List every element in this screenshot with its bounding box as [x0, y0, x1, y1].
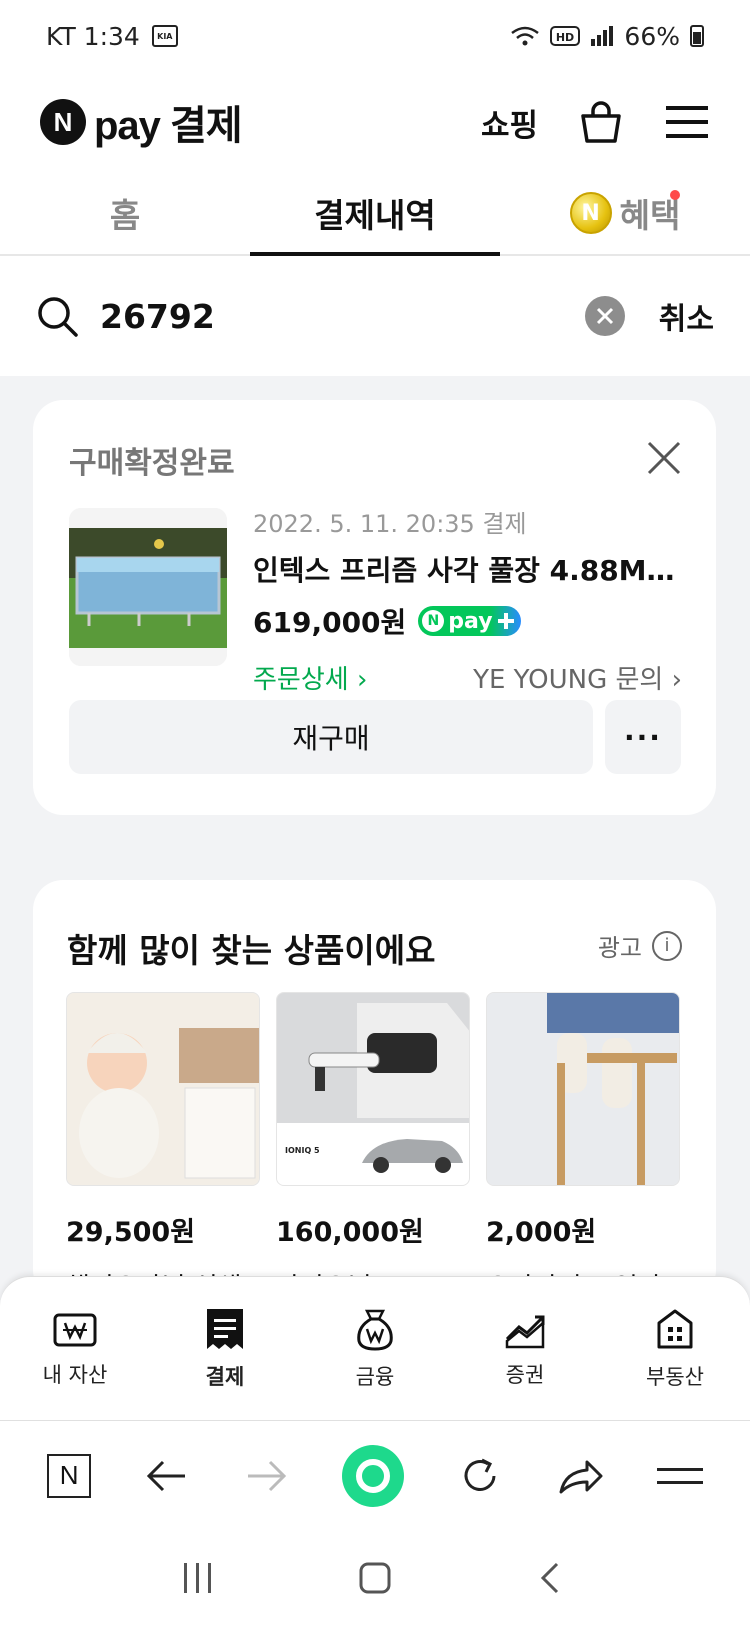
nav-payment-label: 결제	[205, 1364, 245, 1389]
shopping-link[interactable]: 쇼핑	[481, 100, 538, 145]
nav-payment[interactable]: 결제	[150, 1277, 300, 1420]
tab-benefits[interactable]: N 혜택	[500, 172, 750, 254]
more-options-button[interactable]: ···	[605, 700, 681, 774]
status-left: KT 1:34 KIA	[46, 22, 178, 51]
plus-icon	[497, 613, 514, 629]
svg-text:HD: HD	[556, 31, 574, 44]
carrier-time: KT 1:34	[46, 21, 140, 51]
npay-logo[interactable]: N pay 결제	[40, 93, 243, 151]
order-price: 619,000원	[253, 606, 407, 639]
seller-inquiry-link[interactable]: YE YOUNG 문의 ›	[473, 659, 682, 696]
recommendation-list: 29,500원 해피오가닉 신생 IONIQ 5 160,000원	[66, 992, 680, 1300]
logo-n-circle: N	[40, 99, 86, 145]
menu-icon[interactable]	[664, 99, 710, 145]
rec-image-baby-set	[66, 992, 260, 1186]
browser-toolbar: N	[0, 1420, 750, 1530]
system-navigation	[0, 1530, 750, 1625]
cancel-button[interactable]: 취소	[659, 294, 714, 338]
recent-apps-icon[interactable]	[181, 1561, 215, 1595]
recommendation-card: 함께 많이 찾는 상품이에요 광고 i 29,500원 해피오가닉 신생	[33, 880, 716, 1300]
back-icon[interactable]	[535, 1561, 569, 1595]
tab-home-label: 홈	[109, 196, 141, 235]
stock-chart-icon	[505, 1315, 545, 1348]
forward-arrow-icon[interactable]	[244, 1458, 288, 1494]
npay-badge-text: pay	[448, 608, 493, 634]
search-icon	[38, 297, 78, 337]
tab-payment-history[interactable]: 결제내역	[250, 172, 500, 256]
coin-icon: N	[569, 192, 612, 234]
logo-text: pay 결제	[94, 104, 243, 148]
nav-my-assets-label: 내 자산	[42, 1362, 108, 1387]
notification-dot	[670, 190, 680, 200]
ad-label-text: 광고	[597, 934, 642, 962]
ad-label[interactable]: 광고 i	[598, 928, 682, 963]
order-links: 주문상세 › YE YOUNG 문의 ›	[253, 659, 682, 696]
tab-home[interactable]: 홈	[0, 172, 250, 254]
refresh-icon[interactable]	[458, 1454, 502, 1498]
shopping-bag-icon[interactable]	[578, 99, 624, 145]
order-card: 구매확정완료 2022. 5. 11. 20:35 결제 인텍스 프리즘 사각 …	[33, 400, 716, 815]
product-name[interactable]: 인텍스 프리즘 사각 풀장 4.88Mx2...	[253, 549, 682, 589]
nav-real-estate-label: 부동산	[646, 1364, 704, 1389]
nav-stocks-label: 증권	[505, 1362, 545, 1387]
signal-icon	[591, 26, 614, 46]
clear-search-button[interactable]	[584, 296, 625, 336]
kia-connect-icon: KIA	[151, 25, 178, 47]
rec-price: 29,500원	[66, 1217, 196, 1248]
bottom-navigation: 내 자산 결제 금융 증권 부동산	[0, 1276, 750, 1420]
rec-image-ioniq-v2l: IONIQ 5	[276, 992, 470, 1186]
share-icon[interactable]	[557, 1456, 603, 1496]
nav-my-assets[interactable]: 내 자산	[0, 1277, 150, 1420]
nav-stocks[interactable]: 증권	[450, 1277, 600, 1420]
rec-item-baby-set[interactable]: 29,500원 해피오가닉 신생	[66, 992, 260, 1300]
money-bag-icon	[357, 1309, 393, 1351]
browser-menu-icon[interactable]	[656, 1464, 703, 1488]
rec-price: 160,000원	[276, 1217, 424, 1248]
tab-payment-history-label: 결제내역	[314, 196, 436, 235]
npay-n-icon: N	[422, 610, 445, 632]
header-actions: 쇼핑	[481, 99, 710, 145]
battery-percent: 66%	[624, 21, 680, 51]
tab-bar: 홈 결제내역 N 혜택	[0, 172, 750, 256]
rec-item-baby-socks[interactable]: 2,000원 오아타이즈 영아	[486, 992, 680, 1300]
nav-finance[interactable]: 금융	[300, 1277, 450, 1420]
price-row: 619,000원 N pay	[253, 601, 682, 641]
status-bar: KT 1:34 KIA HD 66%	[0, 0, 750, 72]
receipt-icon	[207, 1308, 243, 1349]
back-arrow-icon[interactable]	[145, 1458, 189, 1494]
info-icon: i	[652, 930, 682, 961]
order-info: 2022. 5. 11. 20:35 결제 인텍스 프리즘 사각 풀장 4.88…	[253, 504, 682, 696]
wallet-icon	[53, 1313, 97, 1346]
recommendation-title: 함께 많이 찾는 상품이에요	[67, 931, 436, 970]
order-date: 2022. 5. 11. 20:35 결제	[253, 510, 527, 538]
status-right: HD 66%	[510, 22, 704, 51]
search-bar: 26792 취소	[0, 256, 750, 376]
dismiss-order-icon[interactable]	[646, 440, 682, 476]
product-image[interactable]	[69, 508, 227, 666]
battery-icon	[690, 25, 704, 47]
wifi-icon	[511, 26, 540, 46]
npay-plus-badge: N pay	[418, 606, 521, 636]
nav-real-estate[interactable]: 부동산	[600, 1277, 750, 1420]
order-detail-link[interactable]: 주문상세 ›	[253, 659, 367, 696]
order-status: 구매확정완료	[69, 446, 235, 481]
rec-price: 2,000원	[486, 1217, 597, 1248]
rec-item-ioniq-v2l[interactable]: IONIQ 5 160,000원 아이오닉5 V2L	[276, 992, 470, 1300]
nav-finance-label: 금융	[355, 1364, 395, 1389]
rec-image-baby-socks	[486, 992, 680, 1186]
car-model-label: IONIQ 5	[285, 1146, 320, 1155]
close-icon	[596, 307, 613, 325]
green-dot-button[interactable]	[341, 1444, 404, 1507]
naver-home-button[interactable]: N	[47, 1453, 92, 1498]
rebuy-button[interactable]: 재구매	[69, 700, 593, 774]
hd-icon: HD	[550, 26, 581, 46]
app-header: N pay 결제 쇼핑	[0, 72, 750, 172]
building-icon	[657, 1309, 693, 1348]
home-icon[interactable]	[358, 1561, 392, 1595]
search-input[interactable]: 26792	[100, 297, 585, 336]
